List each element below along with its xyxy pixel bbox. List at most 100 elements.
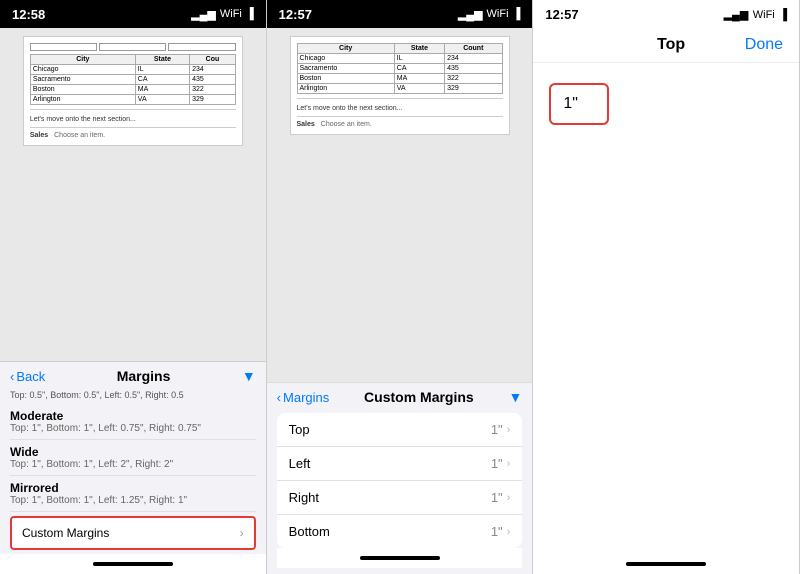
home-indicator-2 bbox=[277, 548, 523, 568]
sales-placeholder-1: Choose an item. bbox=[54, 132, 105, 139]
signal-icon: ▂▄▆ bbox=[191, 8, 216, 21]
wide-subtitle: Top: 1", Bottom: 1", Left: 2", Right: 2" bbox=[10, 459, 256, 470]
sales-placeholder-2: Choose an item. bbox=[321, 121, 372, 128]
margin-moderate[interactable]: Moderate Top: 1", Bottom: 1", Left: 0.75… bbox=[10, 404, 256, 440]
cm-right-value: 1" bbox=[491, 490, 503, 505]
doc-page-1: City State Cou ChicagoIL234 SacramentoCA… bbox=[23, 36, 243, 146]
battery-icon-2: ▐ bbox=[513, 8, 521, 20]
table-header-row-2: City State Count bbox=[297, 44, 502, 54]
moderate-subtitle: Top: 1", Bottom: 1", Left: 0.75", Right:… bbox=[10, 423, 256, 434]
sales-label-2: Sales bbox=[297, 121, 315, 128]
battery-icon-3: ▐ bbox=[779, 9, 787, 21]
mirrored-title: Mirrored bbox=[10, 481, 256, 495]
cm-right-arrow-icon: › bbox=[507, 492, 511, 504]
sales-label-1: Sales bbox=[30, 132, 48, 139]
time-3: 12:57 bbox=[545, 7, 578, 22]
panel-1: 12:58 ▂▄▆ WiFi ▐ City State Cou Chi bbox=[0, 0, 267, 574]
doc-sales-row-2: Sales Choose an item. bbox=[297, 121, 503, 128]
panel-3: 12:57 ▂▄▆ WiFi ▐ Top Done 1" bbox=[533, 0, 800, 574]
doc-divider-3 bbox=[297, 98, 503, 99]
back-label-2: Margins bbox=[283, 390, 329, 405]
cm-bottom-row[interactable]: Bottom 1" › bbox=[277, 515, 523, 548]
col-count-1: Cou bbox=[190, 55, 236, 65]
wifi-icon-3: WiFi bbox=[753, 9, 775, 21]
doc-page-2: City State Count ChicagoIL234 Sacramento… bbox=[290, 36, 510, 135]
custom-margins-list: Top 1" › Left 1" › Right 1" › bbox=[277, 413, 523, 548]
status-bar-2: 12:57 ▂▄▆ WiFi ▐ bbox=[267, 0, 533, 28]
home-bar-2 bbox=[360, 556, 440, 560]
margin-wide[interactable]: Wide Top: 1", Bottom: 1", Left: 2", Righ… bbox=[10, 440, 256, 476]
nav-title-2: Custom Margins bbox=[364, 389, 474, 405]
home-indicator-1 bbox=[0, 554, 266, 574]
time-2: 12:57 bbox=[279, 7, 312, 22]
back-chevron-icon-2: ‹ bbox=[277, 390, 281, 405]
signal-icon-3: ▂▄▆ bbox=[724, 9, 749, 21]
cm-bottom-value: 1" bbox=[491, 524, 503, 539]
doc-table-1: City State Cou ChicagoIL234 SacramentoCA… bbox=[30, 54, 236, 105]
wifi-icon-2: WiFi bbox=[487, 8, 509, 20]
cm-bottom-arrow-icon: › bbox=[507, 526, 511, 538]
time-1: 12:58 bbox=[12, 7, 45, 22]
doc-preview-2: City State Count ChicagoIL234 Sacramento… bbox=[267, 28, 533, 382]
back-button-1[interactable]: ‹ Back bbox=[10, 369, 45, 384]
back-button-2[interactable]: ‹ Margins bbox=[277, 390, 330, 405]
doc-table-2: City State Count ChicagoIL234 Sacramento… bbox=[297, 43, 503, 94]
done-button[interactable]: Done bbox=[745, 36, 783, 54]
custom-margins-button[interactable]: Custom Margins › bbox=[10, 516, 256, 550]
doc-section-text-1: Let's move onto the next section... bbox=[30, 116, 236, 123]
table-row: SacramentoCA435 bbox=[30, 75, 235, 85]
cm-top-row[interactable]: Top 1" › bbox=[277, 413, 523, 447]
cm-bottom-label: Bottom bbox=[289, 524, 330, 539]
cm-right-label: Right bbox=[289, 490, 319, 505]
wifi-icon: WiFi bbox=[220, 8, 242, 20]
col-city-2: City bbox=[297, 44, 394, 54]
back-label-1: Back bbox=[16, 369, 45, 384]
dropdown-icon-2[interactable]: ▼ bbox=[508, 389, 522, 405]
panel-3-content: 1" bbox=[533, 63, 799, 554]
table-row: BostonMA322 bbox=[30, 85, 235, 95]
table-header-row: City State Cou bbox=[30, 55, 235, 65]
cm-left-value-row: 1" › bbox=[491, 456, 511, 471]
nav-title-1: Margins bbox=[117, 368, 171, 384]
cm-right-row[interactable]: Right 1" › bbox=[277, 481, 523, 515]
doc-divider-4 bbox=[297, 116, 503, 117]
doc-input-box-2 bbox=[99, 43, 166, 51]
scroll-indicator: Top: 0.5", Bottom: 0.5", Left: 0.5", Rig… bbox=[10, 388, 256, 404]
doc-preview-1: City State Cou ChicagoIL234 SacramentoCA… bbox=[0, 28, 266, 361]
doc-input-box-3 bbox=[168, 43, 235, 51]
panel-1-nav: ‹ Back Margins ▼ Top: 0.5", Bottom: 0.5"… bbox=[0, 361, 266, 574]
nav-header-2: ‹ Margins Custom Margins ▼ bbox=[277, 389, 523, 405]
cm-top-label: Top bbox=[289, 422, 310, 437]
doc-input-box-1 bbox=[30, 43, 97, 51]
home-indicator-3 bbox=[533, 554, 799, 574]
col-count-2: Count bbox=[445, 44, 502, 54]
cm-top-value-row: 1" › bbox=[491, 422, 511, 437]
doc-sales-row-1: Sales Choose an item. bbox=[30, 132, 236, 139]
panel-3-header: Top Done bbox=[533, 28, 799, 63]
dropdown-icon-1[interactable]: ▼ bbox=[242, 368, 256, 384]
home-bar-1 bbox=[93, 562, 173, 566]
margin-mirrored[interactable]: Mirrored Top: 1", Bottom: 1", Left: 1.25… bbox=[10, 476, 256, 512]
wide-title: Wide bbox=[10, 445, 256, 459]
cm-left-label: Left bbox=[289, 456, 311, 471]
status-bar-1: 12:58 ▂▄▆ WiFi ▐ bbox=[0, 0, 266, 28]
cm-left-value: 1" bbox=[491, 456, 503, 471]
cm-bottom-value-row: 1" › bbox=[491, 524, 511, 539]
table-row: ChicagoIL234 bbox=[30, 65, 235, 75]
table-row: ArlingtonVA329 bbox=[297, 84, 502, 94]
home-bar-3 bbox=[626, 562, 706, 566]
top-margin-input[interactable]: 1" bbox=[549, 83, 609, 125]
custom-margins-label: Custom Margins bbox=[22, 526, 109, 540]
doc-input-row bbox=[30, 43, 236, 51]
table-row: SacramentoCA435 bbox=[297, 64, 502, 74]
col-city-1: City bbox=[30, 55, 135, 65]
battery-icon: ▐ bbox=[246, 8, 254, 20]
moderate-title: Moderate bbox=[10, 409, 256, 423]
table-row: ChicagoIL234 bbox=[297, 54, 502, 64]
panel-2: 12:57 ▂▄▆ WiFi ▐ City State Count Chicag… bbox=[267, 0, 534, 574]
back-chevron-icon: ‹ bbox=[10, 369, 14, 384]
nav-header-1: ‹ Back Margins ▼ bbox=[0, 362, 266, 388]
doc-divider-2 bbox=[30, 127, 236, 128]
panel-2-nav: ‹ Margins Custom Margins ▼ Top 1" › Left… bbox=[267, 382, 533, 574]
cm-left-row[interactable]: Left 1" › bbox=[277, 447, 523, 481]
